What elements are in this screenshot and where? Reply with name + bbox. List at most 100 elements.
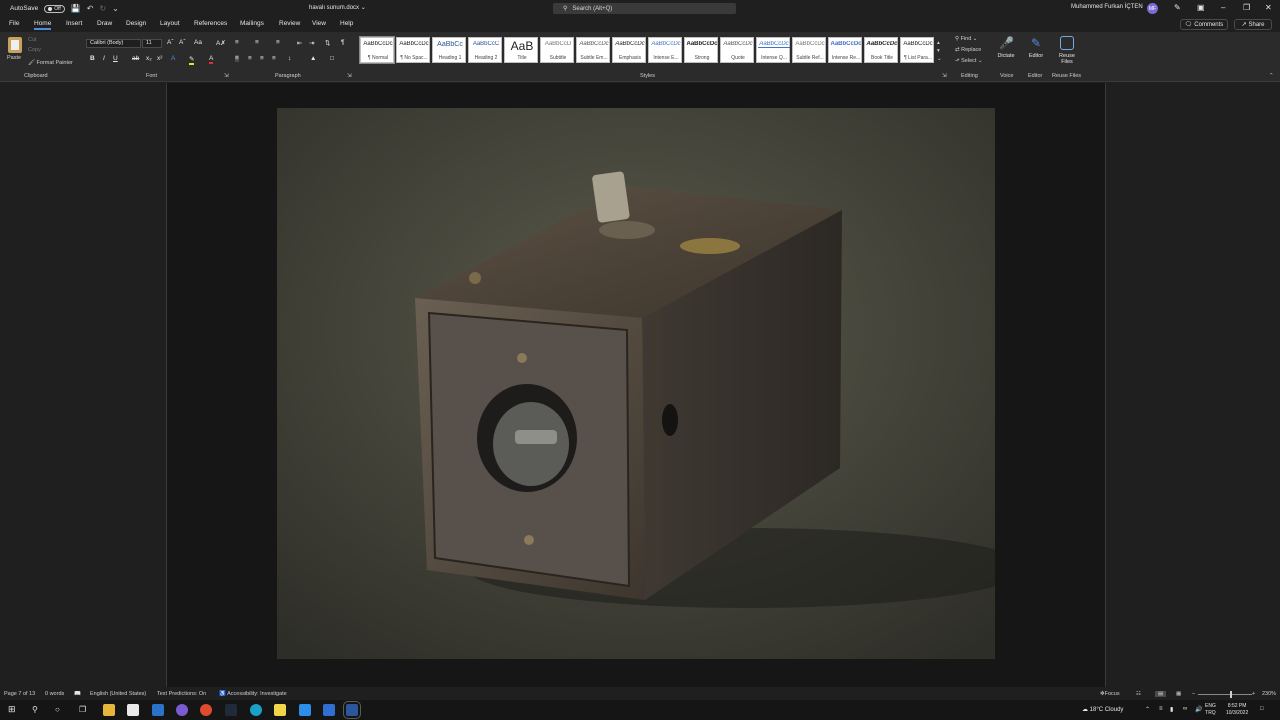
cut-button[interactable]: Cut (28, 37, 37, 43)
customize-toolbar-icon[interactable]: ⌄ (112, 4, 119, 13)
dictate-button[interactable]: 🎤 Dictate (995, 36, 1017, 59)
change-case-icon[interactable]: Aa (194, 39, 202, 46)
italic-icon[interactable]: I (103, 55, 105, 62)
text-predictions-status[interactable]: Text Predictions: On (157, 691, 206, 697)
shading-icon[interactable]: ▲ (310, 55, 316, 62)
bold-icon[interactable]: B (90, 55, 95, 62)
align-left-icon[interactable]: ≡ (235, 55, 239, 62)
tab-view[interactable]: View (312, 20, 326, 27)
replace-button[interactable]: ⇄ Replace (955, 47, 981, 53)
input-language[interactable]: ENG TRQ (1205, 703, 1216, 717)
paragraph-dialog-launcher-icon[interactable]: ⇲ (347, 73, 352, 79)
style-intense-emphasis[interactable]: AaBbCcDc Intense E... (648, 37, 682, 63)
battery-icon[interactable]: ▮ (1170, 706, 1173, 713)
zoom-in-icon[interactable]: + (1252, 691, 1255, 697)
search-box[interactable]: ⚲ Search (Alt+Q) (553, 3, 736, 14)
sticky-notes-icon[interactable] (274, 704, 286, 716)
format-painter-button[interactable]: 🖌 Format Painter (28, 60, 73, 66)
font-dialog-launcher-icon[interactable]: ⇲ (224, 73, 229, 79)
accessibility-status[interactable]: ♿ Accessibility: Investigate (219, 691, 287, 697)
task-view-icon[interactable]: ❐ (79, 705, 86, 714)
save-icon[interactable]: 💾 (71, 4, 81, 13)
minimize-icon[interactable]: – (1221, 3, 1225, 12)
underline-icon[interactable]: U (113, 55, 118, 62)
numbering-icon[interactable]: ≡ (255, 39, 259, 46)
ribbon-display-icon[interactable]: ▣ (1197, 3, 1205, 12)
restore-icon[interactable]: ❐ (1243, 3, 1250, 12)
print-layout-icon[interactable]: ▤ (1155, 691, 1167, 697)
tab-home[interactable]: Home (34, 20, 52, 30)
style-subtle-reference[interactable]: AaBbCcDc Subtle Ref... (792, 37, 826, 63)
grow-font-icon[interactable]: Aˆ (167, 39, 174, 46)
autosave-toggle[interactable]: Off (44, 4, 65, 13)
font-family-select[interactable]: Calibri (Body) (86, 39, 141, 48)
styles-scroll-up-icon[interactable]: ▴ (937, 40, 940, 46)
highlight-icon[interactable]: ✎ (189, 55, 195, 65)
style-heading-1[interactable]: AaBbCc Heading 1 (432, 37, 466, 63)
volume-icon[interactable]: 🔊 (1195, 706, 1202, 713)
multilevel-list-icon[interactable]: ≡ (276, 39, 280, 46)
word-count[interactable]: 0 words (45, 691, 64, 697)
shrink-font-icon[interactable]: Aˇ (179, 39, 186, 46)
increase-indent-icon[interactable]: ⇥ (309, 39, 314, 47)
document-title[interactable]: havalı sunum.docx ⌄ (309, 4, 366, 11)
font-size-select[interactable]: 11 (142, 39, 162, 48)
align-right-icon[interactable]: ≡ (260, 55, 264, 62)
align-center-icon[interactable]: ≡ (248, 55, 252, 62)
style-strong[interactable]: AaBbCcDc Strong (684, 37, 718, 63)
undo-icon[interactable]: ↶ (87, 4, 94, 13)
bullets-icon[interactable]: ≡ (235, 39, 239, 46)
notifications-icon[interactable]: □ (1260, 706, 1264, 712)
zoom-out-icon[interactable]: – (1192, 691, 1195, 697)
vscode-icon[interactable] (299, 704, 311, 716)
language-status[interactable]: English (United States) (90, 691, 146, 697)
editor-button[interactable]: ✎ Editor (1025, 36, 1047, 59)
styles-scroll-down-icon[interactable]: ▾ (937, 48, 940, 54)
file-explorer-icon[interactable] (103, 704, 115, 716)
clear-formatting-icon[interactable]: A✗ (216, 39, 226, 47)
mail-icon[interactable] (152, 704, 164, 716)
web-layout-icon[interactable]: ▦ (1176, 691, 1181, 697)
word-icon[interactable] (343, 701, 361, 719)
style-book-title[interactable]: AaBbCcDc Book Title (864, 37, 898, 63)
weather-status[interactable]: ☁ 18°C Cloudy (1082, 706, 1123, 713)
style-no-spacing[interactable]: AaBbCcDc ¶ No Spac... (396, 37, 430, 63)
zoom-slider-thumb[interactable] (1230, 691, 1232, 698)
start-icon[interactable]: ⊞ (8, 704, 16, 715)
zoom-slider-track[interactable] (1198, 694, 1252, 695)
tab-insert[interactable]: Insert (66, 20, 82, 27)
pen-icon[interactable]: ✎ (1174, 3, 1181, 12)
styles-more-icon[interactable]: ⌄ (937, 56, 942, 62)
proofing-icon[interactable]: 📖 (74, 691, 81, 697)
style-intense-quote[interactable]: AaBbCcDc Intense Q... (756, 37, 790, 63)
subscript-icon[interactable]: x₂ (146, 55, 152, 62)
style-heading-2[interactable]: AaBbCcC Heading 2 (468, 37, 502, 63)
style-subtitle[interactable]: AaBbCcD Subtitle (540, 37, 574, 63)
store-icon[interactable] (127, 704, 139, 716)
redo-icon[interactable]: ↻ (99, 4, 106, 13)
tab-help[interactable]: Help (340, 20, 353, 27)
superscript-icon[interactable]: x² (157, 55, 162, 62)
sort-icon[interactable]: ⇅ (325, 39, 330, 47)
tab-design[interactable]: Design (126, 20, 146, 27)
borders-icon[interactable]: □ (330, 55, 334, 62)
edge-icon[interactable] (250, 704, 262, 716)
tray-overflow-icon[interactable]: ⌃ (1145, 706, 1150, 713)
style-intense-reference[interactable]: AaBbCcDc Intense Re... (828, 37, 862, 63)
close-icon[interactable]: ✕ (1265, 3, 1272, 12)
app-icon[interactable] (225, 704, 237, 716)
tab-references[interactable]: References (194, 20, 227, 27)
paste-label[interactable]: Paste (7, 55, 21, 61)
style-normal[interactable]: AaBbCcDc ¶ Normal (359, 36, 395, 64)
show-formatting-icon[interactable]: ¶ (341, 39, 345, 46)
select-button[interactable]: ⬏ Select ⌄ (955, 58, 983, 64)
styles-dialog-launcher-icon[interactable]: ⇲ (942, 73, 947, 79)
copy-button[interactable]: Copy (28, 47, 41, 53)
wifi-icon[interactable]: ∞ (1183, 706, 1187, 712)
tab-draw[interactable]: Draw (97, 20, 112, 27)
tab-file[interactable]: File (9, 20, 19, 27)
comments-button[interactable]: 🗨 Comments (1180, 19, 1228, 30)
find-button[interactable]: ⚲ Find ⌄ (955, 36, 977, 42)
avatar[interactable]: MF (1147, 3, 1158, 14)
clock[interactable]: 8:52 PM 10/3/2022 (1226, 703, 1248, 717)
